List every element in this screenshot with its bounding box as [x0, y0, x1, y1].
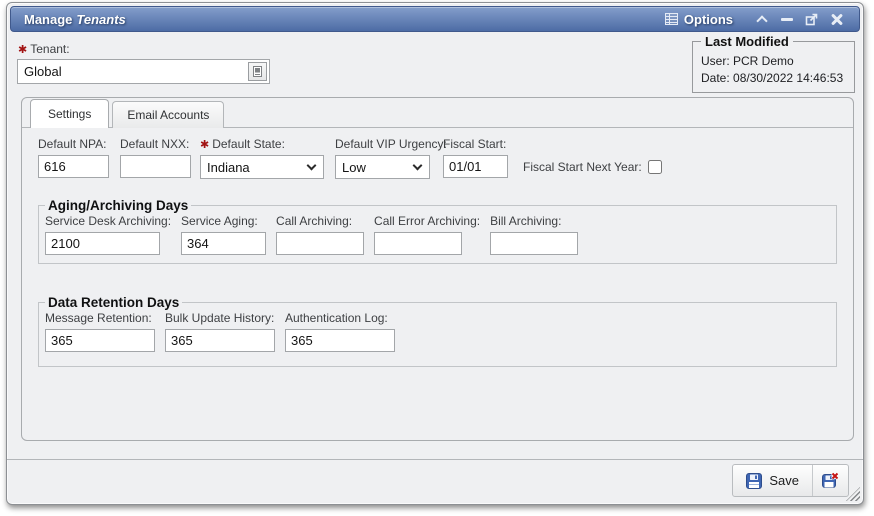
default-nxx-label: Default NXX:: [120, 137, 191, 151]
save-button[interactable]: Save: [733, 465, 812, 496]
last-modified-legend: Last Modified: [701, 34, 793, 49]
default-state-field: ✱Default State: Indiana: [200, 137, 324, 179]
default-nxx-field: Default NXX:: [120, 137, 191, 178]
minimize-icon: [781, 18, 793, 21]
tenant-label: ✱Tenant:: [18, 42, 70, 56]
default-state-select[interactable]: Indiana: [200, 155, 324, 179]
chevron-down-icon: [307, 160, 317, 170]
window-title-emphasis: Tenants: [76, 12, 125, 27]
bulk-update-history-field: Bulk Update History:: [165, 311, 275, 352]
tenant-picker-icon: [253, 66, 262, 77]
default-npa-label: Default NPA:: [38, 137, 109, 151]
bill-archiving-input[interactable]: [490, 232, 578, 255]
fiscal-start-label: Fiscal Start:: [443, 137, 508, 151]
service-aging-field: Service Aging:: [181, 214, 266, 255]
bill-archiving-label: Bill Archiving:: [490, 214, 578, 228]
aging-archiving-days-group: Aging/Archiving Days Service Desk Archiv…: [38, 198, 837, 264]
call-archiving-label: Call Archiving:: [276, 214, 364, 228]
fiscal-start-next-year-label: Fiscal Start Next Year:: [523, 160, 642, 174]
close-button[interactable]: [824, 9, 849, 29]
aging-archiving-row: Service Desk Archiving: Service Aging: C…: [45, 214, 826, 255]
message-retention-input[interactable]: [45, 329, 155, 352]
last-modified-box: Last Modified User: PCR Demo Date: 08/30…: [692, 34, 855, 93]
title-bar: Manage Tenants Options: [10, 6, 860, 32]
manage-tenants-window: Manage Tenants Options: [6, 2, 864, 505]
data-retention-days-group: Data Retention Days Message Retention: B…: [38, 295, 837, 367]
chevron-down-icon: [413, 160, 423, 170]
default-state-value: Indiana: [207, 160, 250, 175]
default-state-label-text: Default State:: [212, 137, 285, 151]
fiscal-start-field: Fiscal Start:: [443, 137, 508, 178]
window-title: Manage Tenants: [24, 12, 126, 27]
service-aging-input[interactable]: [181, 232, 266, 255]
default-nxx-input[interactable]: [120, 155, 191, 178]
authentication-log-input[interactable]: [285, 329, 395, 352]
footer-divider: [7, 459, 863, 460]
popout-button[interactable]: [799, 9, 824, 29]
save-close-button[interactable]: [812, 465, 848, 496]
collapse-button[interactable]: [749, 9, 774, 29]
default-npa-input[interactable]: [38, 155, 109, 178]
message-retention-label: Message Retention:: [45, 311, 155, 325]
aging-archiving-days-legend: Aging/Archiving Days: [45, 198, 191, 213]
title-bar-controls: Options: [665, 9, 849, 29]
bulk-update-history-label: Bulk Update History:: [165, 311, 275, 325]
tenant-tab-panel: Settings Email Accounts Default NPA: Def…: [21, 97, 854, 441]
save-floppy-icon: [746, 473, 762, 489]
fiscal-start-next-year-field: Fiscal Start Next Year:: [523, 155, 662, 179]
last-modified-user: User: PCR Demo: [701, 53, 846, 70]
call-error-archiving-label: Call Error Archiving:: [374, 214, 480, 228]
window-title-prefix: Manage: [24, 12, 72, 27]
default-vip-urgency-field: Default VIP Urgency: Low: [335, 137, 430, 179]
default-state-label: ✱Default State:: [200, 137, 324, 151]
tab-strip: Settings Email Accounts: [22, 98, 853, 128]
call-error-archiving-input[interactable]: [374, 232, 462, 255]
service-desk-archiving-field: Service Desk Archiving:: [45, 214, 171, 255]
tenant-picker-button[interactable]: [248, 62, 267, 81]
call-archiving-field: Call Archiving:: [276, 214, 364, 255]
message-retention-field: Message Retention:: [45, 311, 155, 352]
service-aging-label: Service Aging:: [181, 214, 266, 228]
authentication-log-label: Authentication Log:: [285, 311, 395, 325]
fiscal-start-input[interactable]: [443, 155, 508, 178]
service-desk-archiving-label: Service Desk Archiving:: [45, 214, 171, 228]
data-retention-row: Message Retention: Bulk Update History: …: [45, 311, 826, 352]
tenant-label-text: Tenant:: [30, 42, 69, 56]
close-icon: [831, 13, 843, 25]
chevron-up-icon: [756, 15, 767, 26]
save-button-label: Save: [769, 473, 799, 488]
default-vip-urgency-select[interactable]: Low: [335, 155, 430, 179]
fiscal-start-next-year-checkbox[interactable]: [648, 160, 662, 174]
settings-tab-content: Default NPA: Default NXX: ✱Default State…: [22, 128, 853, 367]
default-vip-urgency-label: Default VIP Urgency:: [335, 137, 430, 151]
call-error-archiving-field: Call Error Archiving:: [374, 214, 480, 255]
tab-settings[interactable]: Settings: [30, 99, 109, 128]
default-npa-field: Default NPA:: [38, 137, 109, 178]
required-marker: ✱: [200, 139, 209, 151]
footer-button-group: Save: [732, 464, 849, 497]
defaults-row: Default NPA: Default NXX: ✱Default State…: [38, 137, 837, 179]
data-retention-days-legend: Data Retention Days: [45, 295, 182, 310]
save-close-icon: [822, 472, 839, 489]
minimize-button[interactable]: [774, 9, 799, 29]
options-button[interactable]: Options: [665, 12, 733, 27]
default-vip-urgency-value: Low: [342, 160, 366, 175]
last-modified-date: Date: 08/30/2022 14:46:53: [701, 70, 846, 87]
call-archiving-input[interactable]: [276, 232, 364, 255]
popout-icon: [805, 13, 818, 26]
service-desk-archiving-input[interactable]: [45, 232, 160, 255]
tab-email-accounts[interactable]: Email Accounts: [112, 101, 224, 128]
options-grid-icon: [665, 13, 678, 25]
required-marker: ✱: [18, 44, 27, 56]
bill-archiving-field: Bill Archiving:: [490, 214, 578, 255]
options-label: Options: [684, 12, 733, 27]
tenant-input[interactable]: [17, 59, 270, 84]
tenant-combobox: [17, 59, 270, 84]
authentication-log-field: Authentication Log:: [285, 311, 395, 352]
bulk-update-history-input[interactable]: [165, 329, 275, 352]
